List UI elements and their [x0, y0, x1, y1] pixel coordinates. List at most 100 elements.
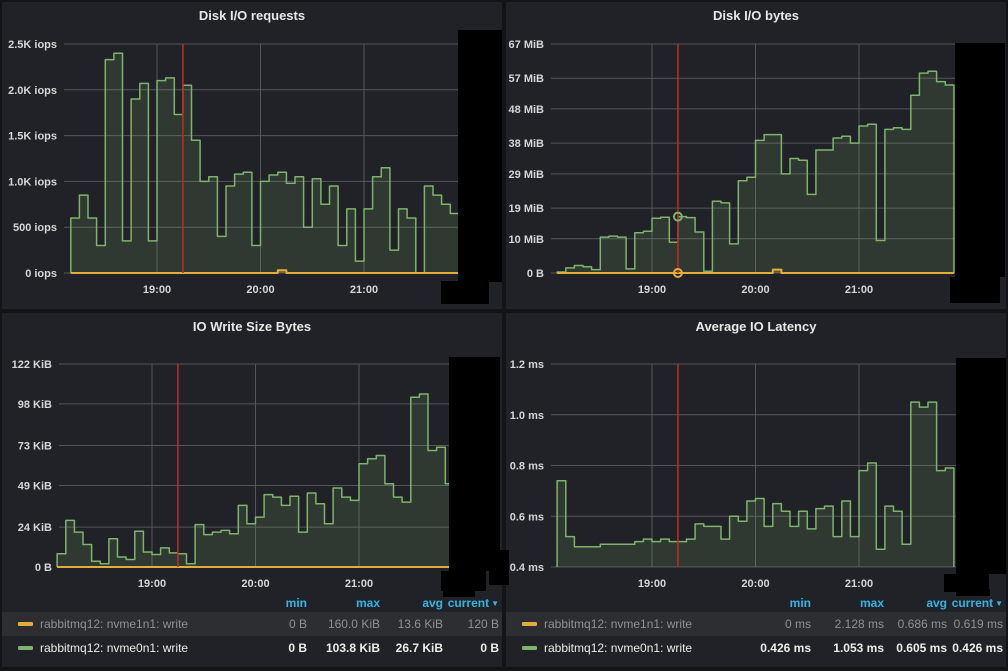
- sort-desc-icon: ▼: [491, 599, 499, 608]
- y-axis-label: 0 iops: [25, 268, 57, 280]
- y-axis-label: 73 KiB: [18, 441, 52, 453]
- redaction-box: [950, 277, 1000, 303]
- legend-row: rabbitmq12: nvme1n1: write0 ms2.128 ms0.…: [506, 612, 1006, 636]
- y-axis-label: 2.0K iops: [8, 85, 57, 97]
- disk-io-requests-chart[interactable]: 0 iops 500 iops 1.0K iops 1.5K iops 2.0K iop…: [2, 30, 502, 309]
- y-axis-label: 1.0K iops: [8, 176, 57, 188]
- panel-io-write-size-bytes: IO Write Size Bytes 0 B 24 KiB 49 KiB 73 Ki…: [2, 313, 502, 667]
- sort-desc-icon: ▼: [995, 599, 1003, 608]
- series-color-swatch: [18, 622, 33, 626]
- legend-value: 0.605 ms: [884, 641, 947, 655]
- legend-table: minmaxavgcurrent▼rabbitmq12: nvme1n1: wr…: [506, 591, 1006, 667]
- y-axis-label: 19 MiB: [509, 203, 545, 215]
- legend-value: 103.8 KiB: [307, 641, 380, 655]
- legend-value: 120 B: [443, 617, 499, 631]
- legend-value: 0 B: [231, 641, 307, 655]
- x-axis-label: 19:00: [638, 578, 666, 590]
- legend-series-label[interactable]: rabbitmq12: nvme1n1: write: [40, 617, 231, 631]
- y-axis-label: 57 MiB: [509, 73, 545, 85]
- x-axis-label: 20:00: [741, 578, 769, 590]
- redaction-box: [441, 281, 489, 304]
- y-axis-label: 0 B: [527, 268, 544, 280]
- panel-title-disk-io-requests[interactable]: Disk I/O requests: [2, 2, 502, 30]
- legend-header-avg[interactable]: avg: [380, 596, 443, 610]
- redaction-box: [458, 30, 502, 282]
- y-axis-label: 500 iops: [13, 222, 57, 234]
- legend-header-row: minmaxavgcurrent▼: [2, 593, 502, 612]
- y-axis-label: 0.8 ms: [510, 461, 544, 473]
- legend-value: 1.053 ms: [811, 641, 884, 655]
- x-axis-label: 20:00: [241, 578, 269, 590]
- series-color-swatch: [522, 646, 537, 650]
- legend-header-current[interactable]: current▼: [947, 596, 1003, 610]
- redaction-box: [449, 357, 500, 571]
- legend-value: 0.686 ms: [884, 617, 947, 631]
- y-axis-label: 98 KiB: [18, 399, 52, 411]
- legend-row: rabbitmq12: nvme0n1: write0 B103.8 KiB26…: [2, 636, 502, 660]
- series-color-swatch: [522, 622, 537, 626]
- y-axis-label: 1.5K iops: [8, 131, 57, 143]
- io-write-size-bytes-chart[interactable]: 0 B 24 KiB 49 KiB 73 KiB 98 KiB 122 KiB 19:00 2…: [2, 341, 502, 591]
- disk-io-bytes-chart[interactable]: 0 B 10 MiB 19 MiB 29 MiB 38 MiB 48 MiB 57 MiB 6…: [506, 30, 1006, 309]
- redaction-box: [955, 43, 1005, 277]
- y-axis-label: 0.4 ms: [510, 562, 544, 574]
- legend-header-max[interactable]: max: [811, 596, 884, 610]
- legend-value: 2.128 ms: [811, 617, 884, 631]
- y-axis-label: 38 MiB: [509, 138, 545, 150]
- legend-header-avg[interactable]: avg: [884, 596, 947, 610]
- redaction-box: [489, 550, 509, 585]
- y-axis-label: 2.5K iops: [8, 39, 57, 51]
- legend-value: 0.426 ms: [947, 641, 1003, 655]
- redaction-box: [956, 358, 1006, 574]
- x-axis-label: 20:00: [741, 284, 769, 296]
- redaction-box: [443, 589, 475, 597]
- legend-value: 0.426 ms: [735, 641, 811, 655]
- y-axis-label: 0 B: [35, 562, 52, 574]
- y-axis-label: 10 MiB: [509, 234, 545, 246]
- y-axis-label: 29 MiB: [509, 169, 545, 181]
- x-axis-label: 21:00: [845, 284, 873, 296]
- x-axis-label: 20:00: [246, 284, 274, 296]
- legend-value: 0 B: [231, 617, 307, 631]
- redaction-box: [956, 589, 990, 596]
- x-axis-label: 19:00: [638, 284, 666, 296]
- legend-value: 26.7 KiB: [380, 641, 443, 655]
- legend-series-label[interactable]: rabbitmq12: nvme0n1: write: [544, 641, 735, 655]
- x-axis-label: 21:00: [345, 578, 373, 590]
- y-axis-label: 122 KiB: [12, 359, 52, 371]
- legend-series-label[interactable]: rabbitmq12: nvme1n1: write: [544, 617, 735, 631]
- panel-disk-io-bytes: Disk I/O bytes 0 B 10 MiB 19 MiB 29 MiB 38 M…: [506, 2, 1006, 309]
- redaction-box: [441, 571, 486, 591]
- panel-title-io-write-size-bytes[interactable]: IO Write Size Bytes: [2, 313, 502, 341]
- legend-header-min[interactable]: min: [735, 596, 811, 610]
- y-axis-label: 48 MiB: [509, 104, 545, 116]
- legend-row: rabbitmq12: nvme0n1: write0.426 ms1.053 …: [506, 636, 1006, 660]
- y-axis-label: 67 MiB: [509, 39, 545, 51]
- panel-disk-io-requests: Disk I/O requests 0 iops 500 iops 1.0K iop…: [2, 2, 502, 309]
- x-axis-label: 19:00: [138, 578, 166, 590]
- legend-series-label[interactable]: rabbitmq12: nvme0n1: write: [40, 641, 231, 655]
- x-axis-label: 21:00: [350, 284, 378, 296]
- legend-header-max[interactable]: max: [307, 596, 380, 610]
- legend-header-row: minmaxavgcurrent▼: [506, 593, 1006, 612]
- y-axis-label: 24 KiB: [18, 522, 52, 534]
- legend-value: 0 B: [443, 641, 499, 655]
- y-axis-label: 0.6 ms: [510, 511, 544, 523]
- panel-title-average-io-latency[interactable]: Average IO Latency: [506, 313, 1006, 341]
- legend-value: 0 ms: [735, 617, 811, 631]
- y-axis-label: 1.2 ms: [510, 359, 544, 371]
- x-axis-label: 21:00: [845, 578, 873, 590]
- x-axis-label: 19:00: [143, 284, 171, 296]
- panel-title-disk-io-bytes[interactable]: Disk I/O bytes: [506, 2, 1006, 30]
- legend-header-min[interactable]: min: [231, 596, 307, 610]
- panel-average-io-latency: Average IO Latency 0.4 ms 0.6 ms 0.8 ms 1.0…: [506, 313, 1006, 667]
- legend-value: 13.6 KiB: [380, 617, 443, 631]
- average-io-latency-chart[interactable]: 0.4 ms 0.6 ms 0.8 ms 1.0 ms 1.2 ms 19:00 20:00…: [506, 341, 1006, 591]
- legend-header-current[interactable]: current▼: [443, 596, 499, 610]
- y-axis-label: 49 KiB: [18, 481, 52, 493]
- legend-row: rabbitmq12: nvme1n1: write0 B160.0 KiB13…: [2, 612, 502, 636]
- y-axis-label: 1.0 ms: [510, 410, 544, 422]
- legend-value: 160.0 KiB: [307, 617, 380, 631]
- legend-table: minmaxavgcurrent▼rabbitmq12: nvme1n1: wr…: [2, 591, 502, 667]
- legend-value: 0.619 ms: [947, 617, 1003, 631]
